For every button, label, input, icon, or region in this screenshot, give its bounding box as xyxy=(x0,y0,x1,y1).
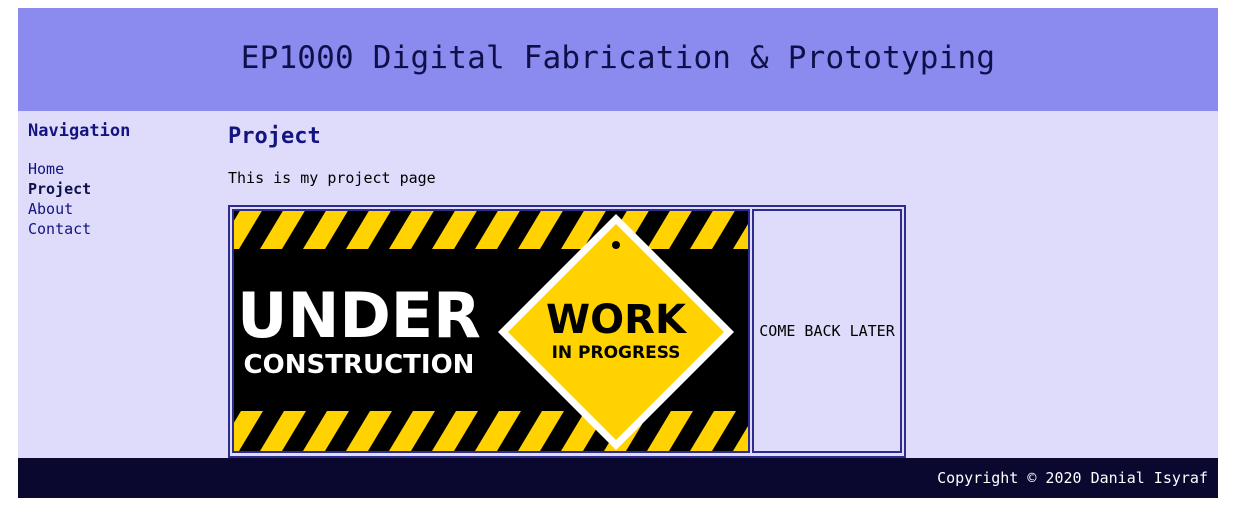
come-back-later-text: COME BACK LATER xyxy=(759,322,895,340)
site-title: EP1000 Digital Fabrication & Prototyping xyxy=(240,40,996,76)
hazard-stripes-top xyxy=(234,211,748,249)
nav-link-contact[interactable]: Contact xyxy=(28,219,91,239)
nav-link-project[interactable]: Project xyxy=(28,179,91,199)
sign-work-text: WORK xyxy=(546,297,688,343)
page: EP1000 Digital Fabrication & Prototyping… xyxy=(18,8,1218,498)
come-back-later-cell: COME BACK LATER xyxy=(752,209,902,453)
banner-construction-text: CONSTRUCTION xyxy=(244,350,475,380)
nav-heading: Navigation xyxy=(28,121,131,141)
sidebar-nav: Navigation Home Project About Contact xyxy=(28,121,218,238)
under-construction-image: UNDER CONSTRUCTION WORK IN PROGRESS xyxy=(232,209,750,453)
nav-list: Home Project About Contact xyxy=(28,159,91,239)
sign-in-progress-text: IN PROGRESS xyxy=(552,343,681,363)
content-area: Navigation Home Project About Contact Pr… xyxy=(18,111,1218,458)
site-footer: Copyright © 2020 Danial Isyraf xyxy=(18,458,1218,498)
nav-link-home[interactable]: Home xyxy=(28,159,91,179)
page-title: Project xyxy=(228,124,321,149)
nav-link-about[interactable]: About xyxy=(28,199,91,219)
intro-text: This is my project page xyxy=(228,169,436,187)
project-table: UNDER CONSTRUCTION WORK IN PROGRESS COME… xyxy=(228,205,906,458)
hazard-stripes-bottom xyxy=(234,411,748,451)
under-construction-banner: UNDER CONSTRUCTION WORK IN PROGRESS xyxy=(234,211,748,451)
copyright-text: Copyright © 2020 Danial Isyraf xyxy=(937,469,1208,487)
banner-under-text: UNDER xyxy=(237,279,481,352)
site-header: EP1000 Digital Fabrication & Prototyping xyxy=(18,8,1218,111)
